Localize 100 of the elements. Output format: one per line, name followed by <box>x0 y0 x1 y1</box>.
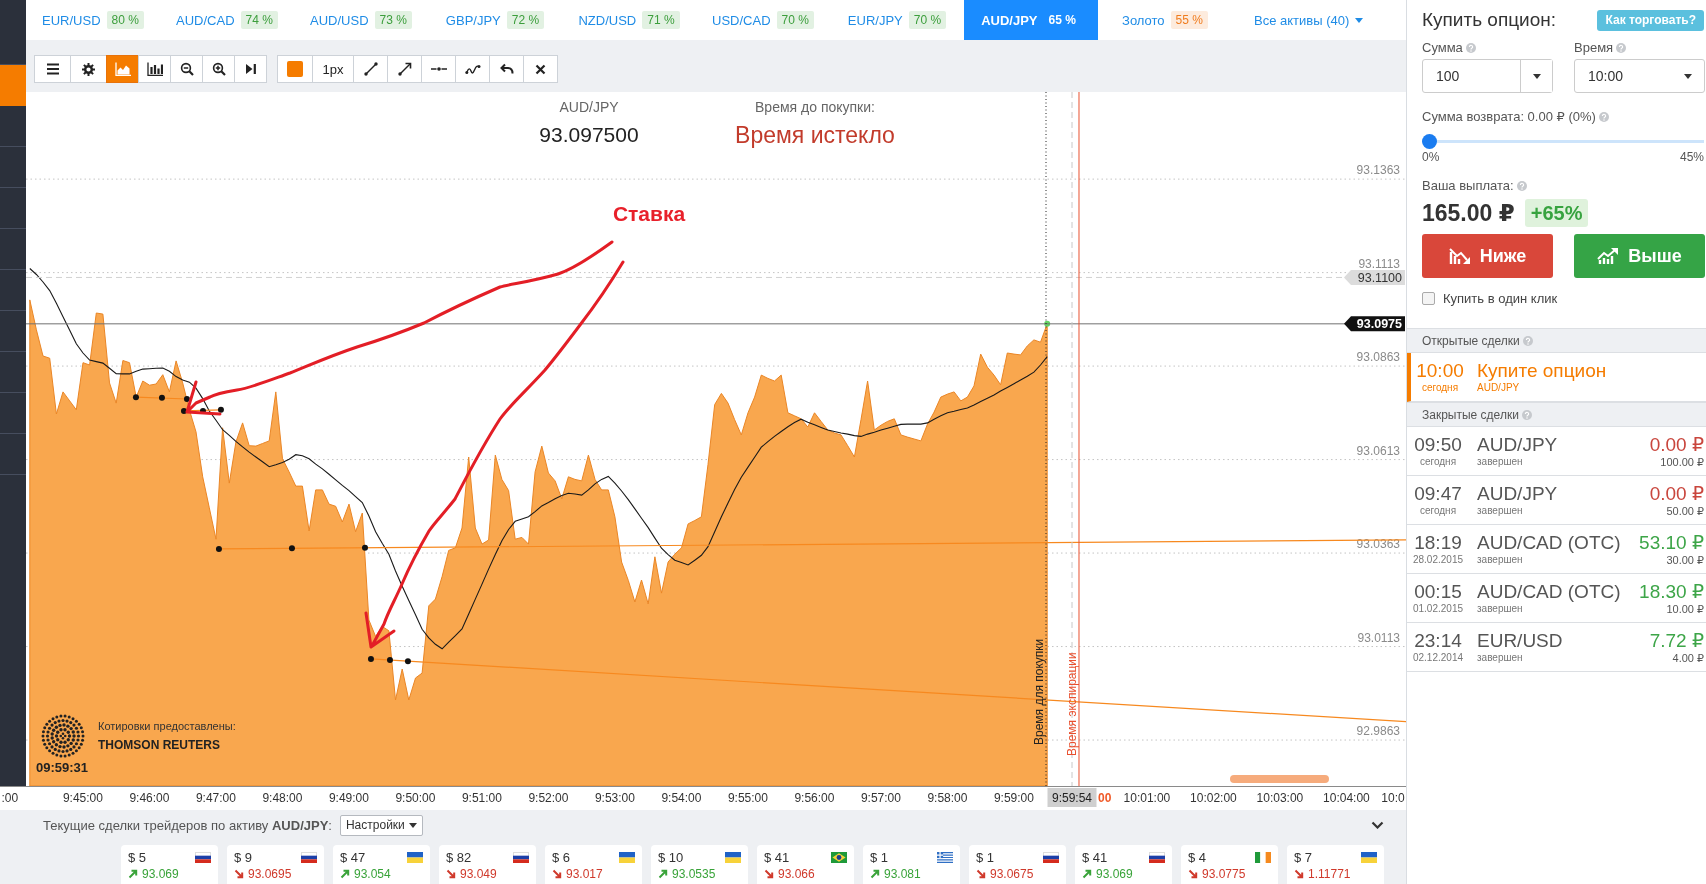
close-icon <box>535 63 546 75</box>
trend-line <box>132 394 190 402</box>
axis-label: 9:53:00 <box>594 791 635 805</box>
trade-asset-name: AUD/CAD (OTC) <box>1477 532 1622 554</box>
trade-time: 23:14 <box>1413 630 1463 652</box>
settings-dropdown[interactable]: Настройки <box>339 814 423 836</box>
slider-thumb[interactable] <box>1422 134 1437 149</box>
line-tool-button[interactable] <box>353 55 388 83</box>
field-label: Время <box>1574 40 1614 55</box>
undo-button[interactable] <box>489 55 524 83</box>
trade-price: 93.069 <box>142 866 179 881</box>
trade-price: 93.081 <box>884 866 921 881</box>
field-label: Сумма <box>1422 40 1463 55</box>
tab[interactable]: EUR/USD 80 % <box>26 0 160 40</box>
axis-label: 93.0863 <box>1356 350 1400 365</box>
color-button[interactable] <box>277 55 313 83</box>
arrow-tool-button[interactable] <box>387 55 422 83</box>
trade-day: сегодня <box>1411 382 1469 394</box>
arrow-line-icon <box>397 62 412 76</box>
axis-label: 92.9863 <box>1356 724 1400 739</box>
trade-stake: 100.00 ₽ <box>1659 455 1704 469</box>
how-to-trade-button[interactable]: Как торговать? <box>1597 9 1704 31</box>
closed-trade[interactable]: 23:14 02.12.2014 EUR/USD завершен 7.72 ₽ 4.00 ₽ <box>1407 623 1706 672</box>
closed-trade[interactable]: 18:19 28.02.2015 AUD/CAD (OTC) завершен 53.10 ₽ 30.00 ₽ <box>1407 525 1706 574</box>
symbol-label: AUD/JPY <box>558 98 620 116</box>
slider-min-label: 0% <box>1422 150 1440 164</box>
settings-button[interactable] <box>70 55 107 83</box>
axis-label: 00 <box>1098 791 1112 805</box>
feed-title: Текущие сделки трейдеров по активу AUD/JPY: <box>43 817 332 833</box>
trade-asset-name: AUD/JPY <box>1477 434 1559 456</box>
all-assets-dropdown[interactable]: Все активы (40) <box>1254 0 1364 40</box>
scrollbar-thumb[interactable] <box>1230 775 1329 783</box>
chevron-down-icon[interactable] <box>1371 821 1384 829</box>
skip-to-end-button[interactable] <box>234 55 267 83</box>
zoom-in-button[interactable] <box>202 55 235 83</box>
axis-label: 10:03:00 <box>1256 791 1304 805</box>
tab-payout: 71 % <box>642 11 680 29</box>
time-select[interactable]: 10:00 <box>1574 59 1705 93</box>
trade-asset: AUD/JPY <box>1477 382 1521 394</box>
horizontal-line-button[interactable] <box>421 55 456 83</box>
slider-max-label: 45% <box>1679 150 1704 164</box>
tab[interactable]: EUR/JPY 70 % <box>830 0 964 40</box>
higher-button[interactable]: Выше <box>1574 234 1705 278</box>
line-width-button[interactable]: 1px <box>312 55 354 83</box>
section-title: Закрытые сделки <box>1422 407 1519 422</box>
trade-price: 93.0695 <box>248 866 292 881</box>
dotted-ring-icon <box>41 714 85 758</box>
annotation-label: Ставка <box>612 202 686 226</box>
one-click-checkbox[interactable] <box>1422 292 1435 305</box>
amount-field[interactable]: 100 <box>1422 59 1553 93</box>
axis-label: 9:51:00 <box>461 791 502 805</box>
tab[interactable]: AUD/JPY 65 % <box>964 0 1098 40</box>
purchase-deadline-label: Время для покупки <box>1032 638 1046 745</box>
trade-payout: 18.30 ₽ <box>1639 580 1704 603</box>
trade-time: 09:50 <box>1413 434 1463 456</box>
closed-trade[interactable]: 09:50 сегодня AUD/JPY завершен 0.00 ₽ 100.00 ₽ <box>1407 427 1706 476</box>
line-segment-icon <box>363 62 378 76</box>
provider-caption: Котировки предоставлены: <box>98 719 236 734</box>
trade-price: 93.049 <box>460 866 497 881</box>
trade-day: 01.02.2015 <box>1407 603 1469 615</box>
closed-trade[interactable]: 00:15 01.02.2015 AUD/CAD (OTC) завершен 18.30 ₽ 10.00 ₽ <box>1407 574 1706 623</box>
tab-payout: 73 % <box>374 11 412 29</box>
tab-payout: 65 % <box>1047 12 1077 29</box>
trade-amount: $ 41 <box>764 849 790 865</box>
trade-day: 28.02.2015 <box>1407 554 1469 566</box>
amount-dropdown-button[interactable] <box>1520 60 1552 92</box>
axis-label: 93.0113 <box>1357 630 1400 645</box>
wave-tool-button[interactable] <box>455 55 490 83</box>
expiration-label: Время экспирации <box>1065 652 1079 756</box>
trade-price: 93.0535 <box>672 866 716 881</box>
tab-payout: 70 % <box>908 11 947 29</box>
tab-payout: 74 % <box>240 11 278 29</box>
trade-asset-name: AUD/CAD (OTC) <box>1477 581 1622 603</box>
closed-trade[interactable]: 09:47 сегодня AUD/JPY завершен 0.00 ₽ 50.00 ₽ <box>1407 476 1706 525</box>
trade-stake: 4.00 ₽ <box>1671 651 1704 665</box>
axis-label: 9:48:00 <box>262 791 303 805</box>
tab[interactable]: AUD/CAD 74 % <box>160 0 294 40</box>
menu-button[interactable] <box>34 55 71 83</box>
trade-price: 93.0775 <box>1202 866 1246 881</box>
close-button[interactable] <box>523 55 558 83</box>
skip-to-end-icon <box>244 63 257 75</box>
tab[interactable]: USD/CAD 70 % <box>696 0 830 40</box>
tab-payout: 80 % <box>106 11 144 29</box>
tab[interactable]: NZD/USD 71 % <box>562 0 696 40</box>
chart-up-icon <box>1597 247 1620 265</box>
trade-title: Купите опцион <box>1477 360 1608 382</box>
bar-chart-button[interactable] <box>138 55 171 83</box>
axis-label: 9:56:00 <box>794 791 835 805</box>
zoom-out-button[interactable] <box>170 55 203 83</box>
tab[interactable]: AUD/USD 73 % <box>294 0 428 40</box>
payout-label: Ваша выплата: <box>1422 178 1514 193</box>
payout-amount: 165.00 ₽ <box>1422 199 1515 227</box>
trade-amount: $ 1 <box>976 849 995 865</box>
countdown-status: Время истекло <box>734 121 896 150</box>
lower-button[interactable]: Ниже <box>1422 234 1553 278</box>
horizontal-line-icon <box>430 64 447 74</box>
target-price-tag: 93.1100 <box>1344 269 1405 285</box>
tab[interactable]: GBP/JPY 72 % <box>428 0 562 40</box>
tab[interactable]: Золото 55 % <box>1098 0 1232 40</box>
trade-amount: $ 82 <box>446 849 472 865</box>
